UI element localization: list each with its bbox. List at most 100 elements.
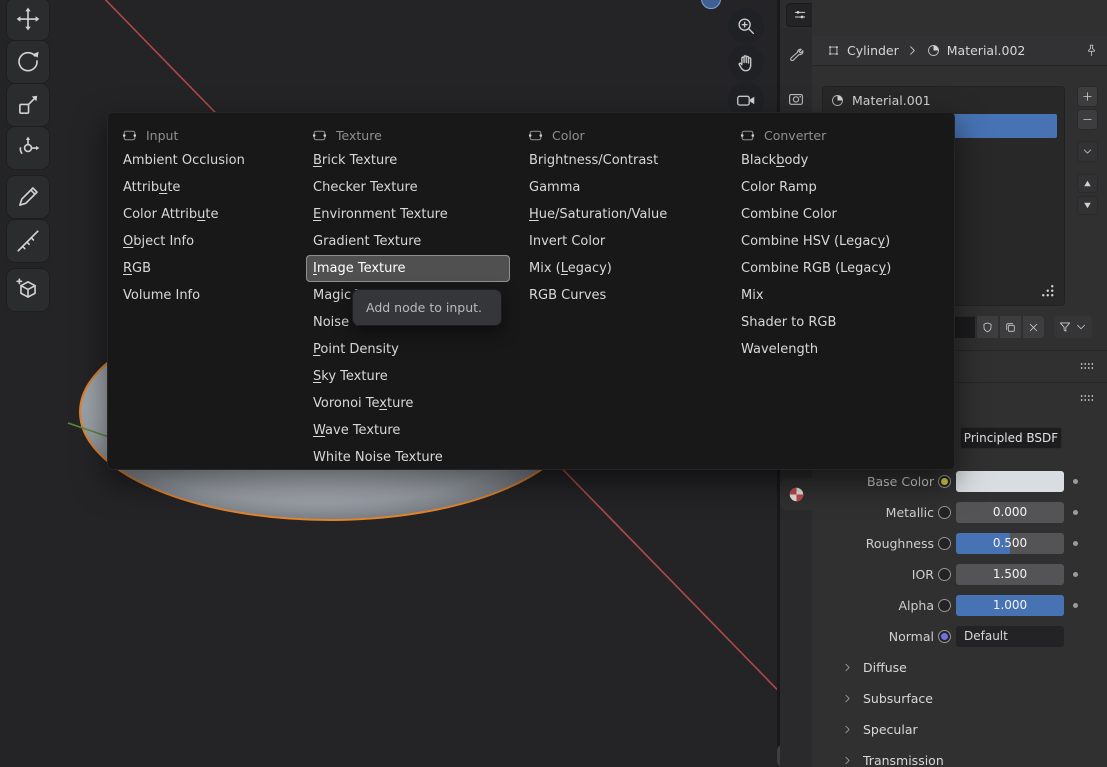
chevron-right-icon: [905, 43, 920, 58]
menu-item-voronoi-texture[interactable]: Voronoi Texture: [306, 390, 510, 417]
menu-item-checker-texture[interactable]: Checker Texture: [306, 174, 510, 201]
menu-item-environment-texture[interactable]: Environment Texture: [306, 201, 510, 228]
menu-item-rgb[interactable]: RGB: [116, 255, 294, 282]
annotate-tool[interactable]: [6, 175, 50, 219]
socket-decorator[interactable]: [938, 537, 951, 550]
transform-tool[interactable]: [6, 126, 50, 170]
metallic-slider[interactable]: 0.000: [956, 502, 1064, 523]
prop-label: IOR: [812, 559, 934, 590]
normal-dropdown[interactable]: Default: [956, 626, 1064, 647]
zoom-icon: [735, 15, 757, 37]
node-icon: [311, 127, 328, 144]
menu-item-hue-saturation-value[interactable]: Hue/Saturation/Value: [522, 201, 722, 228]
menu-item-brightness-contrast[interactable]: Brightness/Contrast: [522, 147, 722, 174]
shader-select-button[interactable]: Principled BSDF: [960, 427, 1062, 449]
subpanel-transmission[interactable]: Transmission: [812, 745, 1107, 767]
menu-item-gradient-texture[interactable]: Gradient Texture: [306, 228, 510, 255]
scale-tool[interactable]: [6, 83, 50, 127]
move-icon: [15, 6, 41, 32]
socket-decorator[interactable]: [938, 475, 951, 488]
filter-dropdown[interactable]: [1054, 316, 1092, 338]
menu-column-header: Input: [116, 123, 302, 147]
remove-slot-button[interactable]: [1077, 109, 1098, 130]
scale-icon: [15, 92, 41, 118]
resize-grip-icon[interactable]: [1038, 281, 1056, 299]
subpanel-subsurface[interactable]: Subsurface: [812, 683, 1107, 714]
menu-item-mix[interactable]: Mix: [734, 282, 942, 309]
move-slot-up-button[interactable]: [1077, 174, 1098, 193]
menu-item-image-texture[interactable]: Image Texture: [306, 255, 510, 282]
slot-specials-button[interactable]: [1077, 141, 1098, 162]
subpanel-diffuse[interactable]: Diffuse: [812, 652, 1107, 683]
menu-item-object-info[interactable]: Object Info: [116, 228, 294, 255]
alpha-slider[interactable]: 1.000: [956, 595, 1064, 616]
menu-item-combine-rgb-legacy[interactable]: Combine RGB (Legacy): [734, 255, 942, 282]
socket-decorator[interactable]: [938, 506, 951, 519]
base-color-swatch[interactable]: [956, 471, 1064, 492]
subpanel-specular[interactable]: Specular: [812, 714, 1107, 745]
socket-decorator[interactable]: [938, 599, 951, 612]
measure-tool[interactable]: [6, 219, 50, 263]
pin-icon[interactable]: [1084, 43, 1099, 58]
menu-item-shader-to-rgb[interactable]: Shader to RGB: [734, 309, 942, 336]
render-tab[interactable]: [780, 84, 812, 114]
menu-item-point-density[interactable]: Point Density: [306, 336, 510, 363]
add-cube-tool[interactable]: [6, 268, 50, 312]
menu-item-ambient-occlusion[interactable]: Ambient Occlusion: [116, 147, 294, 174]
menu-item-invert-color[interactable]: Invert Color: [522, 228, 722, 255]
chevron-right-icon: [841, 723, 854, 736]
roughness-slider[interactable]: 0.500: [956, 533, 1064, 554]
move-tool[interactable]: [6, 0, 50, 41]
tooltip: Add node to input.: [352, 289, 502, 326]
breadcrumb-material[interactable]: Material.002: [947, 43, 1026, 58]
menu-item-wave-texture[interactable]: Wave Texture: [306, 417, 510, 444]
prop-row-roughness: Roughness0.500: [812, 528, 1107, 559]
keyframe-dot[interactable]: [1073, 541, 1078, 546]
breadcrumb-object[interactable]: Cylinder: [847, 43, 899, 58]
hand-icon: [735, 52, 757, 74]
socket-decorator[interactable]: [938, 630, 951, 643]
keyframe-dot[interactable]: [1073, 479, 1078, 484]
menu-item-wavelength[interactable]: Wavelength: [734, 336, 942, 363]
menu-item-volume-info[interactable]: Volume Info: [116, 282, 294, 309]
menu-item-sky-texture[interactable]: Sky Texture: [306, 363, 510, 390]
move-slot-down-button[interactable]: [1077, 196, 1098, 215]
menu-item-mix-legacy[interactable]: Mix (Legacy): [522, 255, 722, 282]
menu-item-blackbody[interactable]: Blackbody: [734, 147, 942, 174]
keyframe-dot[interactable]: [1073, 510, 1078, 515]
prop-row-normal: Normal Default: [812, 621, 1107, 652]
material-slot[interactable]: Material.001: [823, 87, 1064, 113]
menu-item-color-attribute[interactable]: Color Attribute: [116, 201, 294, 228]
zoom-button[interactable]: [728, 8, 764, 44]
menu-item-brick-texture[interactable]: Brick Texture: [306, 147, 510, 174]
node-icon: [739, 127, 756, 144]
plus-icon: [1081, 90, 1094, 103]
material-tab[interactable]: [780, 478, 812, 510]
menu-item-white-noise-texture[interactable]: White Noise Texture: [306, 444, 510, 471]
prop-label: Normal: [812, 621, 934, 652]
duplicate-material-button[interactable]: [999, 316, 1021, 338]
subpanel-label: Specular: [863, 722, 918, 737]
add-slot-button[interactable]: [1077, 86, 1098, 107]
keyframe-dot[interactable]: [1073, 603, 1078, 608]
menu-item-gamma[interactable]: Gamma: [522, 174, 722, 201]
unlink-material-button[interactable]: [1022, 316, 1044, 338]
menu-column-title: Converter: [764, 128, 826, 143]
menu-item-combine-hsv-legacy[interactable]: Combine HSV (Legacy): [734, 228, 942, 255]
rotate-tool[interactable]: [6, 40, 50, 84]
menu-item-color-ramp[interactable]: Color Ramp: [734, 174, 942, 201]
socket-decorator[interactable]: [938, 568, 951, 581]
prop-label: Metallic: [812, 497, 934, 528]
pan-button[interactable]: [728, 45, 764, 81]
menu-item-combine-color[interactable]: Combine Color: [734, 201, 942, 228]
grip-icon: [1079, 360, 1095, 372]
fake-user-button[interactable]: [976, 316, 998, 338]
ior-slider[interactable]: 1.500: [956, 564, 1064, 585]
tool-tab[interactable]: [780, 41, 812, 71]
chevron-right-icon: [841, 692, 854, 705]
keyframe-dot[interactable]: [1073, 572, 1078, 577]
menu-item-attribute[interactable]: Attribute: [116, 174, 294, 201]
properties-editor-icon: [792, 7, 808, 23]
material-tab-icon: [787, 485, 806, 504]
menu-item-rgb-curves[interactable]: RGB Curves: [522, 282, 722, 309]
